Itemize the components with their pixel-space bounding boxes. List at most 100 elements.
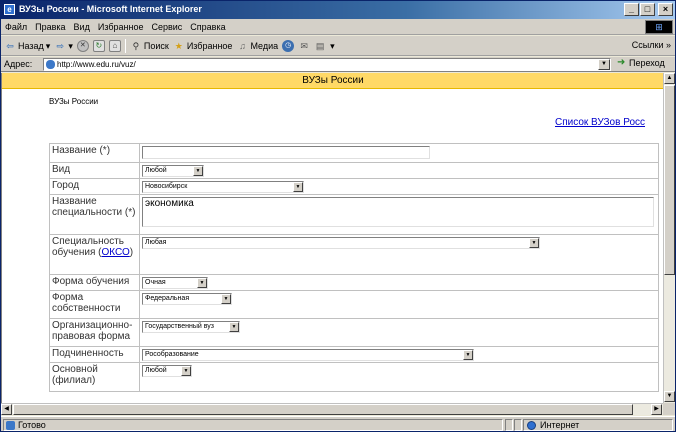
mail-icon[interactable]: ✉ (298, 40, 310, 52)
main-select[interactable]: Любой ▼ (142, 365, 192, 377)
type-label: Вид (50, 163, 140, 178)
title-bar[interactable]: e ВУЗы России - Microsoft Internet Explo… (1, 1, 675, 19)
form-row-spec: Специальность обучения (ОКСО) Любая ▼ (50, 235, 658, 275)
page-header: ВУЗы России (2, 73, 663, 89)
page-done-icon (6, 421, 15, 430)
scroll-down-icon[interactable]: ▼ (664, 391, 675, 402)
close-button[interactable]: × (658, 3, 673, 16)
forward-dropdown-icon: ▾ (68, 40, 73, 51)
favorites-button[interactable]: ★ Избранное (173, 40, 233, 52)
address-dropdown-icon[interactable]: ▼ (598, 59, 610, 70)
menu-edit[interactable]: Правка (35, 22, 65, 32)
form-row-spec-name: Название специальности (*) экономика (50, 195, 658, 235)
back-button[interactable]: ⇦ Назад ▾ (4, 40, 50, 52)
maximize-button[interactable]: □ (640, 3, 655, 16)
form-row-study-form: Форма обучения Очная ▼ (50, 275, 658, 291)
status-bar: Готово Интернет (1, 416, 675, 431)
scroll-up-icon[interactable]: ▲ (664, 73, 675, 84)
scrollbar-corner (663, 403, 675, 415)
back-label: Назад (18, 41, 44, 51)
address-label: Адрес: (4, 59, 33, 69)
legal-form-select-value: Государственный вуз (145, 323, 214, 330)
ownership-label: Форма собственности (50, 291, 140, 318)
spec-select[interactable]: Любая ▼ (142, 237, 540, 249)
menu-file[interactable]: Файл (5, 22, 27, 32)
scroll-left-icon[interactable]: ◀ (1, 404, 12, 415)
menu-view[interactable]: Вид (74, 22, 90, 32)
vertical-scroll-thumb[interactable] (664, 85, 675, 275)
vertical-scrollbar[interactable]: ▲ ▼ (663, 73, 675, 403)
form-row-city: Город Новосибирск ▼ (50, 179, 658, 195)
horizontal-scrollbar[interactable]: ◀ ▶ (1, 403, 663, 415)
go-label: Переход (629, 58, 665, 68)
security-zone-panel: Интернет (523, 419, 673, 431)
city-label: Город (50, 179, 140, 194)
chevron-down-icon: ▼ (463, 350, 473, 360)
links-button[interactable]: Ссылки » (632, 40, 671, 50)
favorites-star-icon: ★ (174, 41, 183, 51)
study-form-select-value: Очная (145, 279, 166, 286)
type-select-value: Любой (145, 167, 167, 174)
subordination-select[interactable]: Рособразование ▼ (142, 349, 474, 361)
spec-select-value: Любая (145, 239, 167, 246)
search-form: Название (*) Вид Любой ▼ Город Новосибирс… (49, 143, 659, 392)
legal-form-label: Организационно-правовая форма (50, 319, 140, 346)
status-panel-blank-2 (514, 419, 522, 431)
standard-toolbar: ⇦ Назад ▾ ⇨ ▾ ✕ ↻ ⌂ ⚲ Поиск ★ Избранное … (1, 36, 675, 56)
type-select[interactable]: Любой ▼ (142, 165, 204, 177)
address-bar: Адрес: http://www.edu.ru/vuz/ ▼ ➜ Перехо… (1, 57, 675, 72)
study-form-select[interactable]: Очная ▼ (142, 277, 208, 289)
stop-icon[interactable]: ✕ (76, 40, 89, 52)
windows-logo-icon: ⊞ (645, 20, 673, 34)
menu-tools[interactable]: Сервис (151, 22, 182, 32)
more-dropdown-icon[interactable]: ▾ (330, 41, 335, 52)
address-url: http://www.edu.ru/vuz/ (57, 60, 136, 69)
spec-label: Специальность обучения (ОКСО) (50, 235, 140, 274)
chevron-down-icon: ▼ (293, 182, 303, 192)
ie-app-icon: e (4, 4, 15, 15)
spec-name-input[interactable]: экономика (142, 197, 654, 227)
search-button[interactable]: ⚲ Поиск (130, 40, 169, 52)
media-label: Медиа (250, 41, 279, 51)
home-icon[interactable]: ⌂ (108, 40, 121, 52)
name-input[interactable] (142, 146, 430, 159)
back-arrow-icon: ⇦ (6, 41, 14, 51)
city-select-value: Новосибирск (145, 183, 188, 190)
subordination-select-value: Рособразование (145, 351, 199, 358)
chevron-down-icon: ▼ (181, 366, 191, 376)
okso-link[interactable]: ОКСО (101, 247, 129, 258)
university-list-link[interactable]: Список ВУЗов Росс (555, 117, 645, 128)
subordination-label: Подчиненность (50, 347, 140, 362)
window-controls: _ □ × (624, 3, 673, 16)
address-input[interactable]: http://www.edu.ru/vuz/ (43, 58, 611, 71)
search-icon: ⚲ (132, 41, 140, 51)
internet-globe-icon (527, 421, 536, 430)
status-text-panel: Готово (3, 419, 503, 431)
back-dropdown-icon: ▾ (45, 40, 51, 51)
horizontal-scroll-thumb[interactable] (13, 404, 633, 415)
menu-favorites[interactable]: Избранное (98, 22, 144, 32)
form-row-subordination: Подчиненность Рособразование ▼ (50, 347, 658, 363)
scroll-right-icon[interactable]: ▶ (651, 404, 662, 415)
ownership-select-value: Федеральная (145, 295, 190, 302)
media-button[interactable]: ♫ Медиа (236, 40, 278, 52)
history-icon[interactable]: ◷ (282, 40, 295, 52)
print-icon[interactable]: ▤ (314, 40, 326, 52)
study-form-label: Форма обучения (50, 275, 140, 290)
browser-window: e ВУЗы России - Microsoft Internet Explo… (0, 0, 676, 432)
ownership-select[interactable]: Федеральная ▼ (142, 293, 232, 305)
refresh-icon[interactable]: ↻ (92, 40, 105, 52)
form-row-ownership: Форма собственности Федеральная ▼ (50, 291, 658, 319)
toolbar-separator (124, 39, 126, 53)
menu-help[interactable]: Справка (190, 22, 225, 32)
city-select[interactable]: Новосибирск ▼ (142, 181, 304, 193)
media-icon: ♫ (239, 41, 246, 51)
chevron-down-icon: ▼ (529, 238, 539, 248)
forward-button[interactable]: ⇨ ▾ (54, 40, 73, 52)
go-arrow-icon: ➜ (617, 57, 626, 68)
legal-form-select[interactable]: Государственный вуз ▼ (142, 321, 240, 333)
go-button[interactable]: ➜ Переход (617, 57, 665, 69)
spec-name-label: Название специальности (*) (50, 195, 140, 234)
menu-bar: Файл Правка Вид Избранное Сервис Справка… (1, 19, 675, 35)
minimize-button[interactable]: _ (624, 3, 639, 16)
